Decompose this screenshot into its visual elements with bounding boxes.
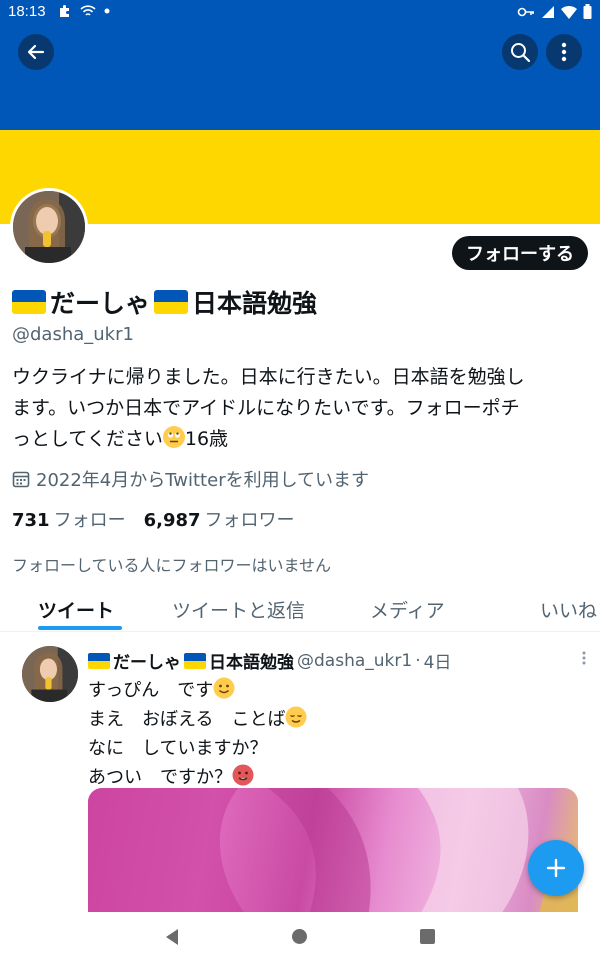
follow-button[interactable]: フォローする [452, 236, 588, 270]
joined-text: 2022年4月からTwitterを利用しています [36, 470, 370, 491]
vpn-key-icon [517, 7, 534, 16]
mutual-followers-note: フォローしている人にフォロワーはいません [12, 556, 332, 575]
signal-icon [542, 5, 554, 18]
avatar-photo [22, 646, 78, 702]
battery-icon [583, 4, 592, 19]
followers-link[interactable]: 6,987 フォロワー [144, 506, 295, 532]
tweet-author-name-suffix[interactable]: 日本語勉強 [209, 648, 294, 673]
tab-media[interactable]: メディア [370, 596, 445, 623]
more-vertical-icon [561, 42, 567, 62]
bio-text: っとしてください [12, 428, 163, 450]
system-navigation-bar [0, 912, 600, 960]
following-count: 731 [12, 510, 50, 531]
slightly-smiling-face-icon [213, 677, 235, 699]
status-bar: 18:13 [0, 0, 600, 24]
wifi-icon [561, 5, 577, 19]
display-name-suffix: 日本語勉強 [192, 289, 318, 318]
bio-line: ウクライナに帰りました。日本に行きたい。日本語を勉強し [12, 366, 525, 388]
tweet-line-text: すっぴん です [88, 680, 214, 701]
tweet-avatar[interactable] [22, 646, 78, 702]
display-name-text: だーしゃ [50, 289, 151, 318]
followers-label: フォロワー [204, 510, 295, 531]
more-vertical-icon [582, 651, 586, 665]
relieved-face-icon [285, 706, 307, 728]
tab-tweets-and-replies[interactable]: ツイートと返信 [172, 596, 305, 623]
bio-age: 16歳 [184, 428, 229, 450]
compose-tweet-button[interactable] [528, 840, 584, 896]
tweet-text: すっぴん ですまえ おぼえる ことば なに していますか？ あつい ですか？ [88, 676, 307, 792]
tab-tweets[interactable]: ツイート [38, 596, 114, 623]
tweet-separator: · [415, 650, 421, 671]
tweet-line-text: まえ おぼえる ことば [88, 709, 286, 730]
face-with-rolling-eyes-icon [162, 426, 185, 448]
tweet-timestamp[interactable]: 4日 [424, 648, 452, 673]
profile-avatar[interactable] [10, 188, 88, 266]
profile-tabs: ツイート ツイートと返信 メディア いいね [0, 586, 600, 632]
active-tab-indicator [38, 626, 122, 630]
calendar-icon [12, 471, 30, 488]
following-link[interactable]: 731 フォロー [12, 506, 126, 532]
plus-icon [546, 858, 566, 878]
ukraine-flag-icon [154, 290, 189, 314]
nav-back-icon[interactable] [164, 928, 180, 946]
back-button[interactable] [18, 34, 54, 70]
tweet-author-name[interactable]: だーしゃ [113, 648, 181, 673]
media-photo [88, 788, 578, 918]
header-banner-yellow [0, 130, 600, 224]
profile-handle: @dasha_ukr1 [12, 324, 134, 345]
follow-stats: 731 フォロー 6,987 フォロワー [12, 506, 295, 532]
tweet-line: なに していますか？ [88, 738, 268, 759]
followers-count: 6,987 [143, 510, 201, 531]
bio-line: ます。いつか日本でアイドルになりたいです。フォローポチ [12, 397, 520, 419]
puzzle-icon [60, 5, 69, 17]
search-button[interactable] [502, 34, 538, 70]
tweet-line-text: あつい ですか？ [88, 767, 232, 788]
tweet-author-handle: @dasha_ukr1 [297, 650, 413, 671]
tweet-media-image[interactable] [88, 788, 578, 918]
wifi-small-icon [80, 5, 96, 16]
bio-line: っとしてください 16歳 [12, 424, 592, 455]
hot-face-icon [232, 764, 254, 786]
ukraine-flag-icon [184, 652, 206, 669]
tab-likes[interactable]: いいね [540, 596, 597, 623]
avatar-photo [13, 191, 85, 263]
tweet-line: まえ おぼえる ことば [88, 705, 307, 734]
more-options-button[interactable] [546, 34, 582, 70]
ukraine-flag-icon [88, 652, 110, 669]
tweet-header: だーしゃ 日本語勉強 @dasha_ukr1 · 4日 [88, 648, 451, 673]
profile-bio: ウクライナに帰りました。日本に行きたい。日本語を勉強し ます。いつか日本でアイド… [12, 362, 592, 455]
joined-date: 2022年4月からTwitterを利用しています [12, 466, 369, 492]
profile-display-name: だーしゃ 日本語勉強 [12, 284, 317, 320]
following-label: フォロー [53, 510, 126, 531]
search-icon [511, 43, 531, 63]
status-time: 18:13 [8, 3, 46, 20]
tweet-line: すっぴん です [88, 676, 307, 705]
nav-recents-icon[interactable] [420, 929, 435, 944]
tweet-more-button[interactable] [582, 650, 586, 669]
dot-icon [104, 8, 110, 14]
back-arrow-icon [27, 44, 45, 60]
ukraine-flag-icon [12, 290, 46, 314]
nav-home-icon[interactable] [292, 929, 307, 944]
